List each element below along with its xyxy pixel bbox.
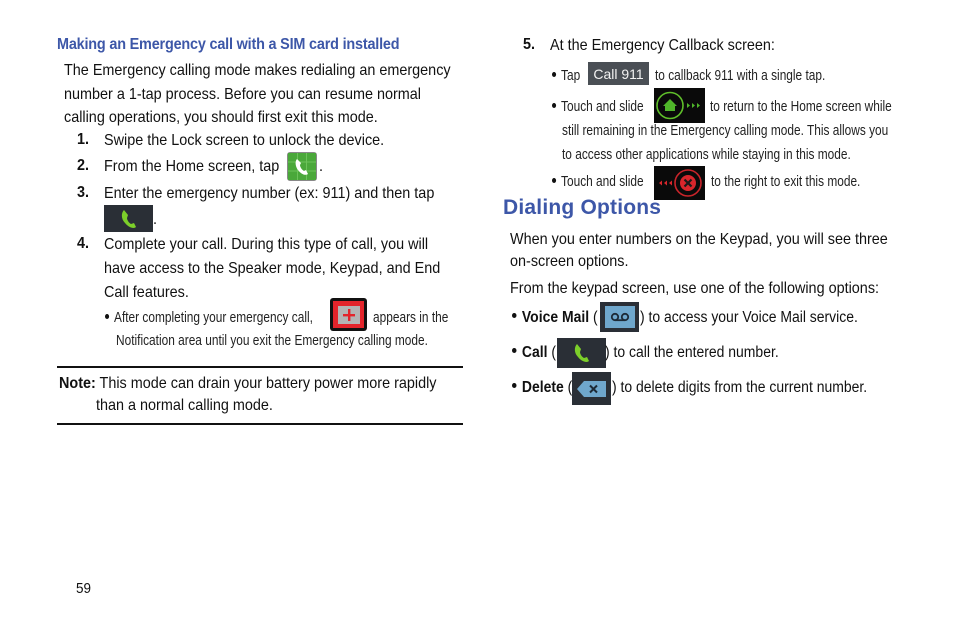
phone-app-icon <box>287 152 317 181</box>
option-voicemail-label: Voice Mail <box>521 309 590 326</box>
bullet-dot <box>552 71 557 77</box>
intro-line-2: number a 1-tap process. Before you can r… <box>64 86 421 103</box>
step-2-text: From the Home screen, tap <box>104 158 280 175</box>
section-heading: Dialing Options <box>503 196 662 219</box>
step-4-bullet-text: After completing your emergency call, <box>105 306 313 330</box>
option-voicemail-desc: ) to access your Voice Mail service. <box>640 309 858 326</box>
step-4-number: 4. <box>77 235 90 252</box>
step-4-bullet-before: After completing your emergency call, <box>114 310 313 326</box>
dialing-para-1-line-2: on-screen options. <box>510 253 629 270</box>
note-text: This mode can drain your battery power m… <box>99 375 437 392</box>
option-call-open: ( <box>547 344 557 361</box>
home-slider-bullet-before: Touch and slide <box>552 95 644 119</box>
option-voicemail: Voice Mail ( <box>512 306 598 330</box>
intro-line-1: The Emergency calling mode makes rediali… <box>64 62 451 79</box>
section-subheading: Making an Emergency call with a SIM card… <box>57 36 400 53</box>
step-3-text: Enter the emergency number (ex: 911) and… <box>104 185 435 202</box>
bullet-dot <box>552 177 557 183</box>
option-delete: Delete ( <box>512 376 572 400</box>
page-number: 59 <box>76 580 92 597</box>
bullet-dot <box>512 313 517 319</box>
bullet-dot <box>512 383 517 389</box>
dialing-para-2: From the keypad screen, use one of the f… <box>510 280 880 297</box>
step-4-line-1: Complete your call. During this type of … <box>104 236 429 253</box>
call-911-button[interactable]: Call 911 <box>588 62 649 85</box>
dialing-para-1-line-1: When you enter numbers on the Keypad, yo… <box>510 231 888 248</box>
step-1-text: Swipe the Lock screen to unlock the devi… <box>104 132 385 149</box>
step-4-line-2: have access to the Speaker mode, Keypad,… <box>104 260 441 277</box>
step-5-text: At the Emergency Callback screen: <box>550 37 775 54</box>
option-call-label: Call <box>521 344 548 361</box>
option-voicemail-open: ( <box>589 309 598 326</box>
exit-slider-bullet-after: to the right to exit this mode. <box>711 174 861 190</box>
callback-bullet-tap: Tap <box>561 68 581 84</box>
step-5-number: 5. <box>523 36 536 53</box>
step-2-period: . <box>319 158 324 175</box>
bullet-dot <box>552 102 557 108</box>
home-slider-before-text: Touch and slide <box>561 99 644 115</box>
note-top-rule <box>57 366 463 368</box>
call-icon <box>557 338 606 368</box>
step-2-number: 2. <box>77 157 90 174</box>
option-call: Call ( <box>512 341 556 365</box>
option-call-desc: ) to call the entered number. <box>605 344 779 361</box>
intro-line-3: calling operations, you should first exi… <box>64 109 378 126</box>
step-4-bullet-after: appears in the <box>373 310 449 326</box>
home-slider-icon <box>654 88 705 123</box>
call-911-label: Call 911 <box>593 65 644 82</box>
callback-bullet-before: Tap <box>552 64 580 88</box>
exit-slider-icon <box>654 166 705 200</box>
home-slider-line-3: to access other applications while stayi… <box>562 147 851 163</box>
step-4-bullet-line-2: Notification area until you exit the Eme… <box>116 333 428 349</box>
step-3-number: 3. <box>77 184 90 201</box>
step-4-line-3: Call features. <box>104 284 189 301</box>
call-button-icon <box>104 205 153 232</box>
exit-slider-bullet-before: Touch and slide <box>552 170 644 194</box>
step-1-number: 1. <box>77 131 90 148</box>
callback-bullet-after: to callback 911 with a single tap. <box>655 68 826 84</box>
emergency-notification-icon <box>330 298 367 331</box>
option-delete-label: Delete <box>521 379 564 396</box>
bullet-dot <box>105 313 110 319</box>
exit-slider-before-text: Touch and slide <box>561 174 644 190</box>
bullet-dot <box>512 348 517 354</box>
home-slider-bullet-after: to return to the Home screen while <box>710 99 892 115</box>
note-line-2: than a normal calling mode. <box>96 397 273 414</box>
option-delete-desc: ) to delete digits from the current numb… <box>612 379 868 396</box>
delete-icon <box>572 372 611 405</box>
note-line-1: Note: This mode can drain your battery p… <box>59 372 436 396</box>
note-bottom-rule <box>57 423 463 425</box>
step-3-period: . <box>153 211 158 228</box>
voicemail-icon <box>600 302 639 332</box>
home-slider-line-2: still remaining in the Emergency calling… <box>562 123 889 139</box>
note-label: Note: <box>59 375 96 392</box>
